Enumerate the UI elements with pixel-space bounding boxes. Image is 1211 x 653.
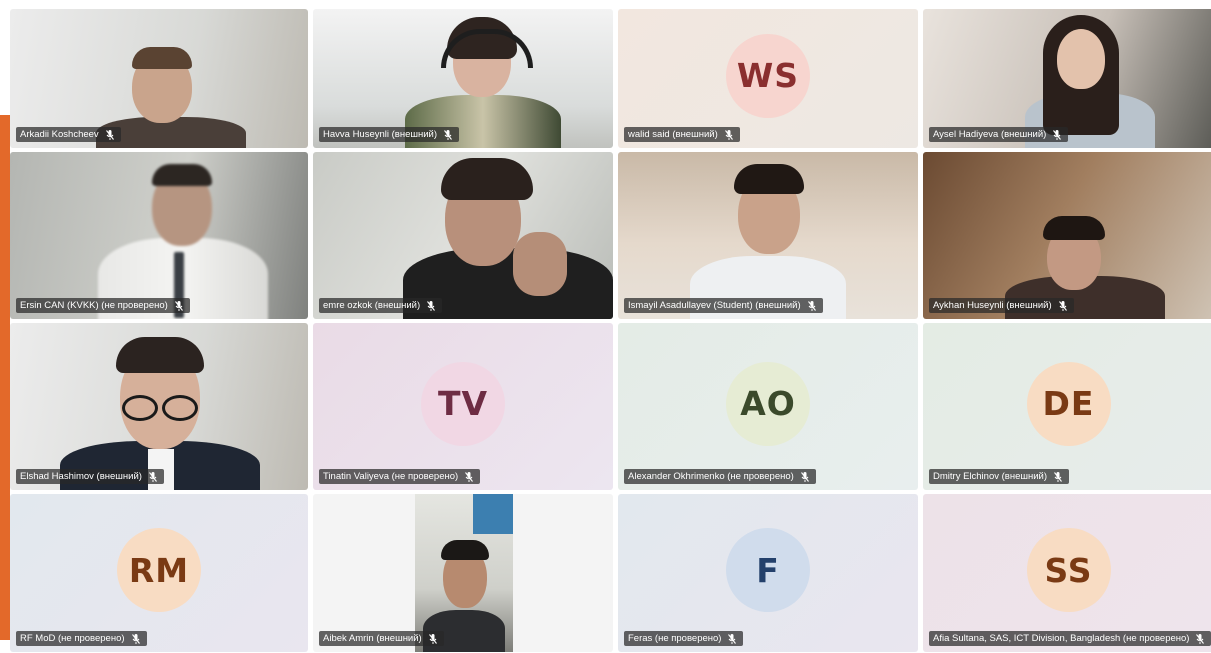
mic-off-icon [807,300,817,312]
participant-name: Arkadii Koshcheev [20,129,99,140]
participant-tile[interactable]: Ersin CAN (KVKK) (не проверено) [10,152,308,319]
participant-avatar: DE [1026,361,1111,446]
participant-name: Tinatin Valiyeva (не проверено) [323,471,459,482]
participant-name: Ersin CAN (KVKK) (не проверено) [20,300,168,311]
participant-video [313,152,613,319]
participant-video [10,152,308,319]
participant-avatar: WS [726,33,810,118]
mic-off-icon [800,471,810,483]
mic-off-icon [1052,129,1062,141]
mic-off-icon [464,471,474,483]
participant-avatar: F [726,528,810,612]
participant-tile[interactable]: Arkadii Koshcheev [10,9,308,148]
participant-name-tag: Arkadii Koshcheev [16,127,121,142]
participant-name: Ismayil Asadullayev (Student) (внешний) [628,300,801,311]
mic-off-icon [443,129,453,141]
participant-avatar: TV [421,361,505,446]
participant-name: Aibek Amrin (внешний) [323,633,422,644]
participant-name: RF MoD (не проверено) [20,633,125,644]
participant-tile[interactable]: WS walid said (внешний) [618,9,918,148]
meeting-gallery-view: Arkadii Koshcheev Havva Huseynli (внешни… [0,0,1211,653]
participant-tile[interactable]: Havva Huseynli (внешний) [313,9,613,148]
mic-off-icon [174,300,184,312]
participant-tile[interactable]: SS Afia Sultana, SAS, ICT Division, Bang… [923,494,1211,652]
mic-off-icon [105,129,115,141]
participant-tile[interactable]: DE Dmitry Elchinov (внешний) [923,323,1211,490]
participant-name-tag: Dmitry Elchinov (внешний) [929,469,1070,484]
participant-name-tag: Alexander Okhrimenko (не проверено) [624,469,816,484]
mic-off-icon [1195,633,1205,645]
mic-off-icon [426,300,436,312]
participant-video [923,152,1211,319]
participant-initials: F [756,550,780,590]
mic-off-icon [148,471,158,483]
participant-name: Havva Huseynli (внешний) [323,129,438,140]
participant-video [618,152,918,319]
participant-name: Aysel Hadiyeva (внешний) [933,129,1047,140]
participant-tile[interactable]: F Feras (не проверено) [618,494,918,652]
participant-name-tag: Aibek Amrin (внешний) [319,631,444,646]
participant-name-tag: Aysel Hadiyeva (внешний) [929,127,1069,142]
participant-video [415,494,513,652]
mic-off-icon [428,633,438,645]
participant-name-tag: RF MoD (не проверено) [16,631,147,646]
participant-tile[interactable]: AO Alexander Okhrimenko (не проверено) [618,323,918,490]
participant-video [10,323,308,490]
participant-name: Aykhan Huseynli (внешний) [933,300,1052,311]
participant-initials: RM [128,550,190,590]
participant-name-tag: Ismayil Asadullayev (Student) (внешний) [624,298,823,313]
mic-off-icon [727,633,737,645]
participant-name: Afia Sultana, SAS, ICT Division, Banglad… [933,633,1190,644]
participant-initials: AO [740,384,796,423]
participant-tile[interactable]: Aysel Hadiyeva (внешний) [923,9,1211,148]
participant-tile[interactable]: Elshad Hashimov (внешний) [10,323,308,490]
participant-initials: WS [736,56,800,95]
participant-name-tag: Havva Huseynli (внешний) [319,127,460,142]
participant-tile[interactable]: Aibek Amrin (внешний) [313,494,613,652]
participant-name-tag: walid said (внешний) [624,127,740,142]
participant-initials: TV [437,384,489,423]
participant-name-tag: Ersin CAN (KVKK) (не проверено) [16,298,190,313]
participant-tile[interactable]: Ismayil Asadullayev (Student) (внешний) [618,152,918,319]
participant-grid: Arkadii Koshcheev Havva Huseynli (внешни… [10,9,1211,653]
participant-tile[interactable]: TV Tinatin Valiyeva (не проверено) [313,323,613,490]
participant-tile[interactable]: emre ozkok (внешний) [313,152,613,319]
participant-tile[interactable]: Aykhan Huseynli (внешний) [923,152,1211,319]
participant-avatar: RM [117,528,201,612]
participant-name: Feras (не проверено) [628,633,722,644]
participant-name: walid said (внешний) [628,129,718,140]
accent-bar [0,115,10,640]
participant-name: Dmitry Elchinov (внешний) [933,471,1048,482]
mic-off-icon [1053,471,1063,483]
participant-name: Elshad Hashimov (внешний) [20,471,142,482]
participant-name: Alexander Okhrimenko (не проверено) [628,471,794,482]
participant-avatar: SS [1026,528,1111,612]
participant-initials: SS [1044,550,1093,590]
participant-initials: DE [1042,384,1095,423]
mic-off-icon [1058,300,1068,312]
participant-name-tag: Afia Sultana, SAS, ICT Division, Banglad… [929,631,1211,646]
mic-off-icon [724,129,734,141]
participant-name-tag: emre ozkok (внешний) [319,298,443,313]
participant-name-tag: Feras (не проверено) [624,631,744,646]
participant-name-tag: Tinatin Valiyeva (не проверено) [319,469,481,484]
participant-avatar: AO [726,361,810,446]
participant-name: emre ozkok (внешний) [323,300,421,311]
participant-tile[interactable]: RM RF MoD (не проверено) [10,494,308,652]
participant-name-tag: Aykhan Huseynli (внешний) [929,298,1074,313]
participant-name-tag: Elshad Hashimov (внешний) [16,469,164,484]
mic-off-icon [131,633,141,645]
